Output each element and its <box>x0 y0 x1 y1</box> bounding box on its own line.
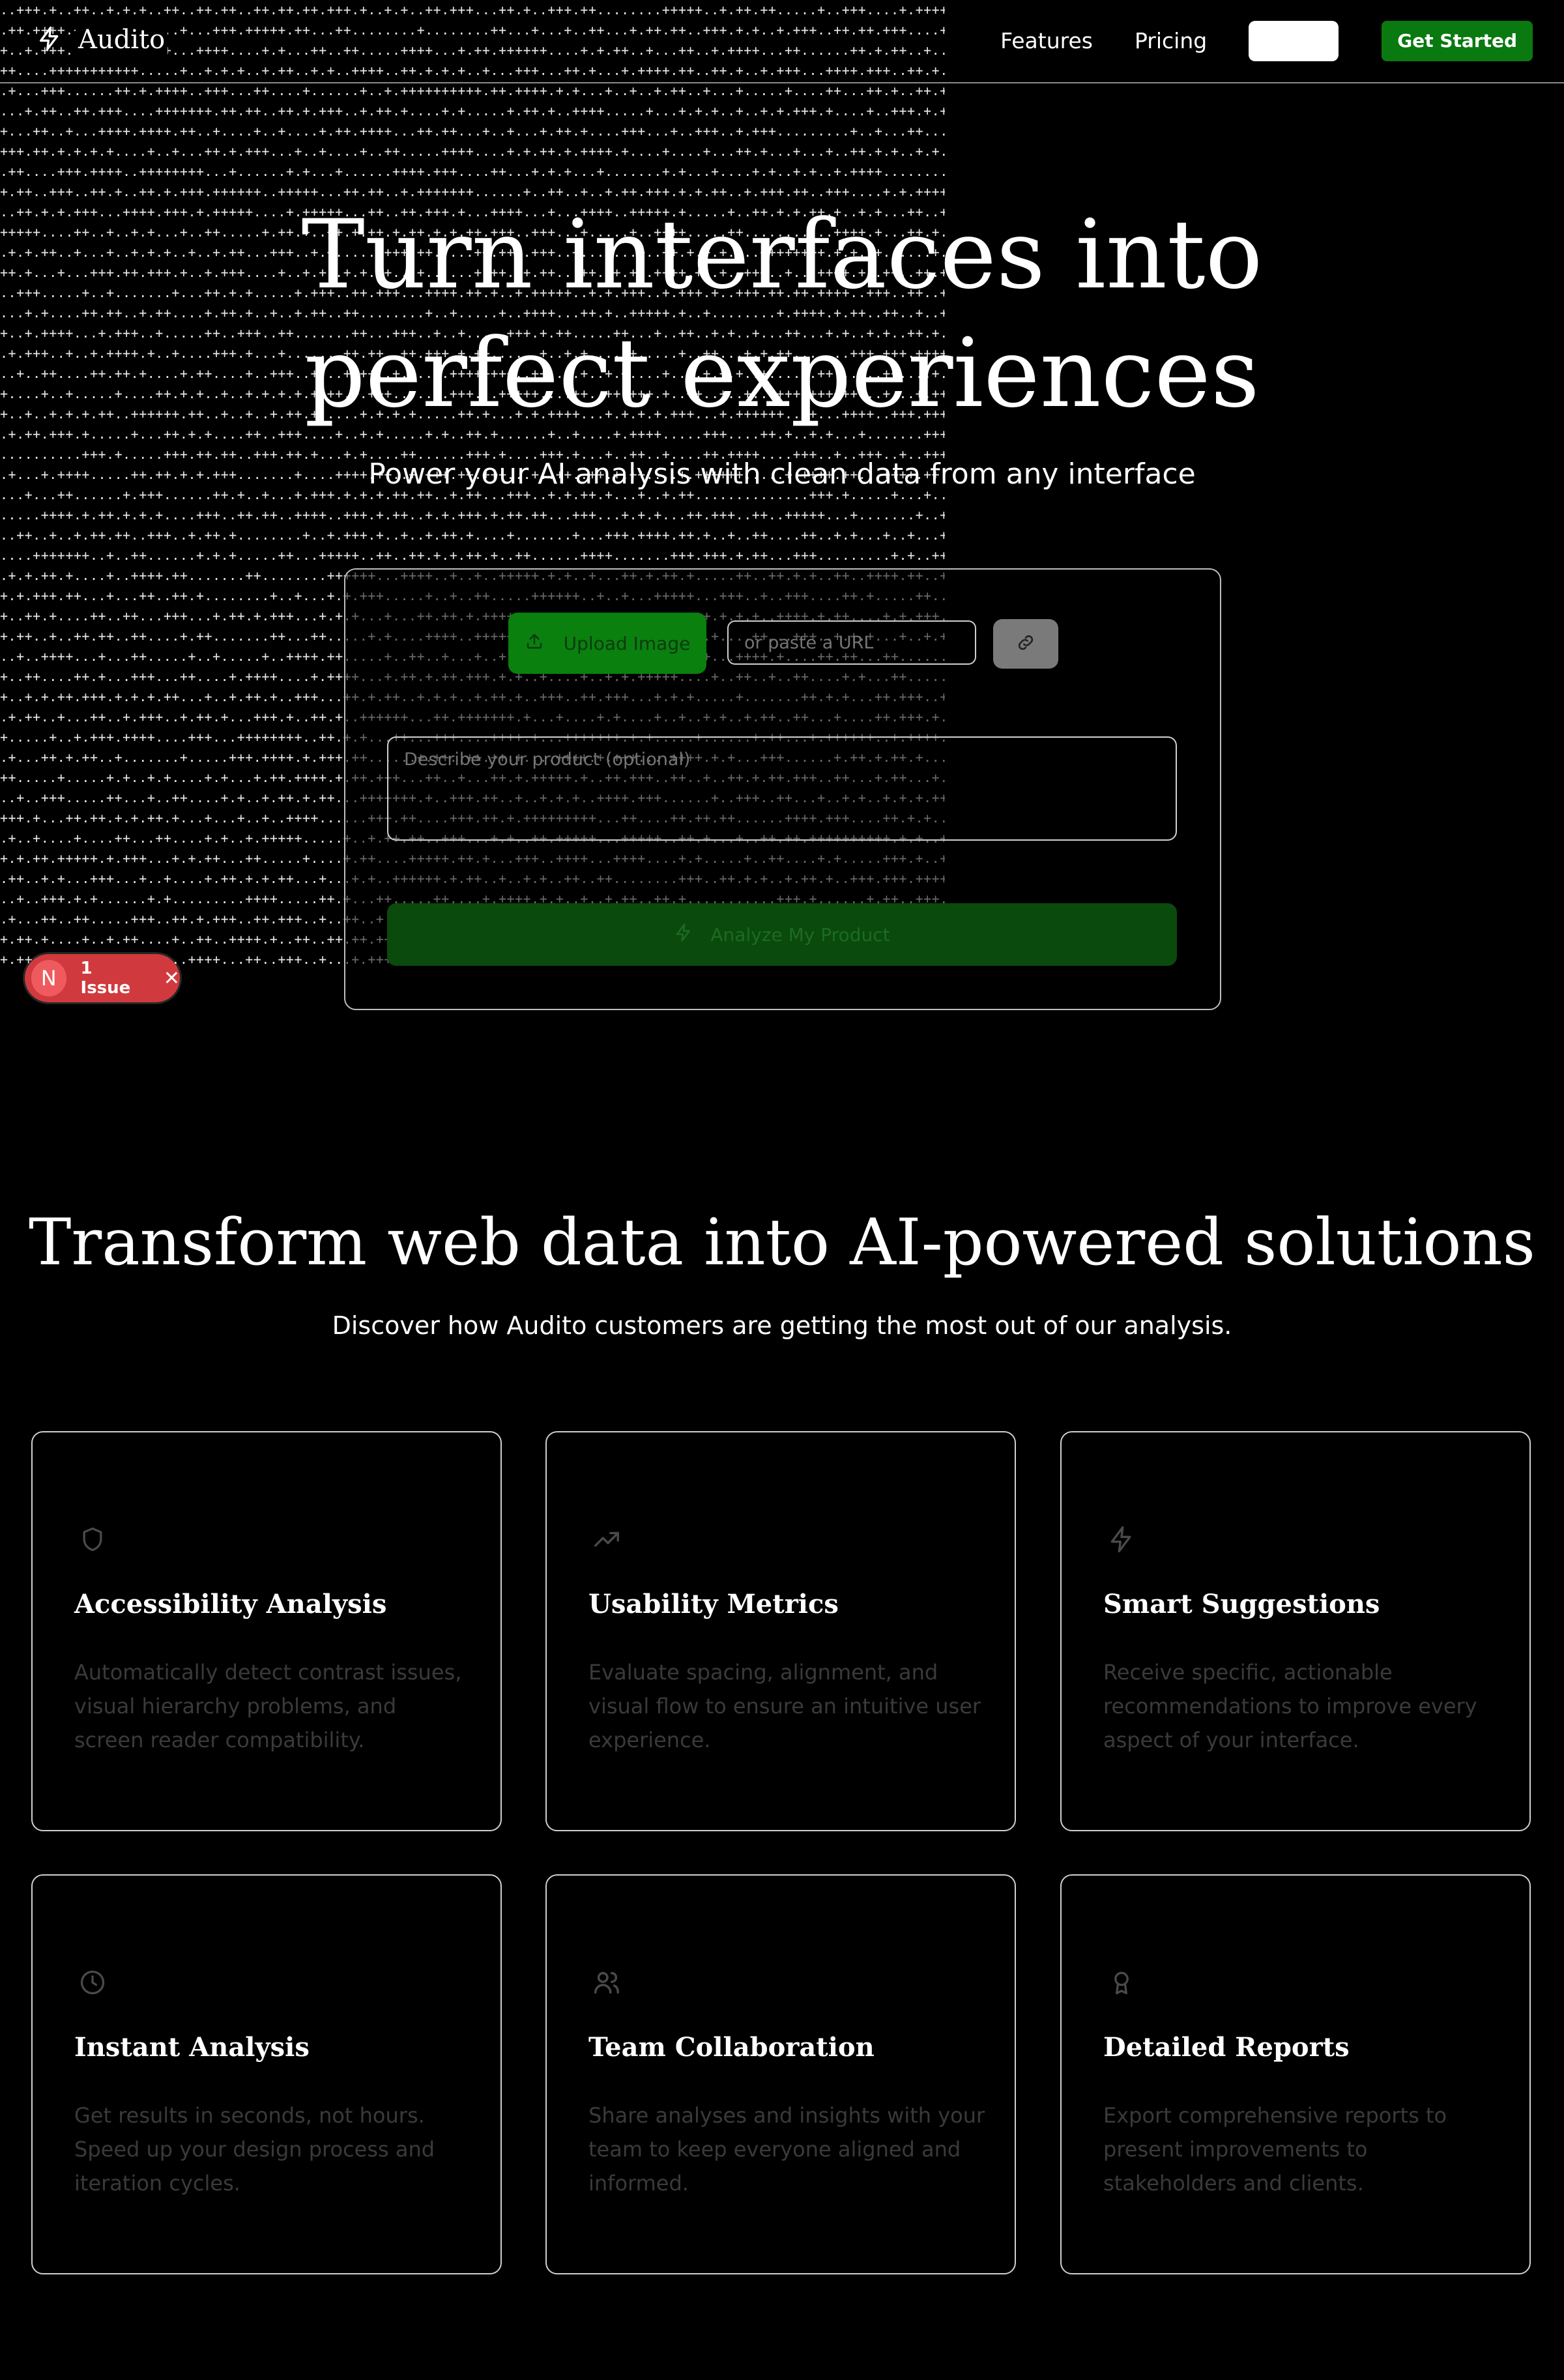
url-input[interactable] <box>727 620 976 665</box>
feature-card-description: Get results in seconds, not hours. Speed… <box>74 2103 435 2196</box>
close-icon[interactable]: ✕ <box>164 967 180 990</box>
award-icon <box>1102 1963 1141 2002</box>
submit-url-button[interactable] <box>993 619 1058 669</box>
feature-card-description: Automatically detect contrast issues, vi… <box>74 1660 462 1752</box>
feature-card-title: Detailed Reports <box>1103 2032 1350 2063</box>
issue-count: 1 Issue <box>80 959 131 998</box>
features-title: Transform web data into AI-powered solut… <box>29 1206 1535 1280</box>
analyze-product-label: Analyze My Product <box>710 923 890 946</box>
feature-card-reports: Detailed Reports Export comprehensive re… <box>1060 1874 1531 2274</box>
top-navigation: Audito Features Pricing Get Started <box>0 0 1564 83</box>
clock-icon <box>73 1963 112 2002</box>
feature-card-title: Usability Metrics <box>588 1589 839 1619</box>
feature-card-title: Team Collaboration <box>588 2032 875 2063</box>
features-subtitle: Discover how Audito customers are gettin… <box>332 1311 1232 1340</box>
feature-card-title: Instant Analysis <box>74 2032 310 2063</box>
users-icon <box>587 1963 626 2002</box>
main-nav: Features Pricing Get Started <box>1000 21 1533 61</box>
lightning-icon <box>674 923 693 947</box>
trending-up-icon <box>587 1520 626 1559</box>
lightning-logo-icon <box>36 25 63 54</box>
feature-card-description: Receive specific, actionable recommendat… <box>1103 1660 1477 1752</box>
issues-indicator[interactable]: N 1 Issue ✕ <box>25 954 180 1002</box>
feature-card-collaboration: Team Collaboration Share analyses and in… <box>545 1874 1016 2274</box>
link-icon <box>1015 632 1036 656</box>
lightning-icon <box>1102 1520 1141 1559</box>
brand-name: Audito <box>76 25 168 55</box>
get-started-button[interactable]: Get Started <box>1382 21 1533 61</box>
analyze-product-button[interactable]: Analyze My Product <box>387 903 1177 966</box>
issue-badge: N <box>31 960 66 996</box>
product-description-input[interactable] <box>387 736 1177 841</box>
hero-title-line-1: Turn interfaces into <box>301 199 1263 310</box>
nav-link-features[interactable]: Features <box>1000 21 1093 61</box>
upload-image-label: Upload Image <box>563 632 691 654</box>
brand-logo[interactable]: Audito <box>36 25 168 55</box>
login-button[interactable] <box>1249 21 1339 61</box>
hero-subtitle: Power your AI analysis with clean data f… <box>368 457 1196 491</box>
feature-card-description: Evaluate spacing, alignment, and visual … <box>588 1660 981 1752</box>
hero-title: Turn interfaces into perfect experiences <box>0 196 1564 433</box>
feature-card-title: Smart Suggestions <box>1103 1589 1380 1619</box>
analyzer-panel: Upload Image Analyze My Product <box>344 568 1221 1010</box>
upload-image-button[interactable]: Upload Image <box>508 613 706 674</box>
upload-icon <box>525 631 544 656</box>
shield-icon <box>73 1520 112 1559</box>
nav-link-pricing[interactable]: Pricing <box>1135 21 1207 61</box>
feature-card-description: Share analyses and insights with your te… <box>588 2103 985 2196</box>
feature-card-title: Accessibility Analysis <box>74 1589 387 1619</box>
feature-card-description: Export comprehensive reports to present … <box>1103 2103 1447 2196</box>
hero-title-line-2: perfect experiences <box>304 318 1260 429</box>
feature-card-usability: Usability Metrics Evaluate spacing, alig… <box>545 1431 1016 1831</box>
feature-card-instant: Instant Analysis Get results in seconds,… <box>31 1874 502 2274</box>
feature-card-suggestions: Smart Suggestions Receive specific, acti… <box>1060 1431 1531 1831</box>
feature-card-accessibility: Accessibility Analysis Automatically det… <box>31 1431 502 1831</box>
